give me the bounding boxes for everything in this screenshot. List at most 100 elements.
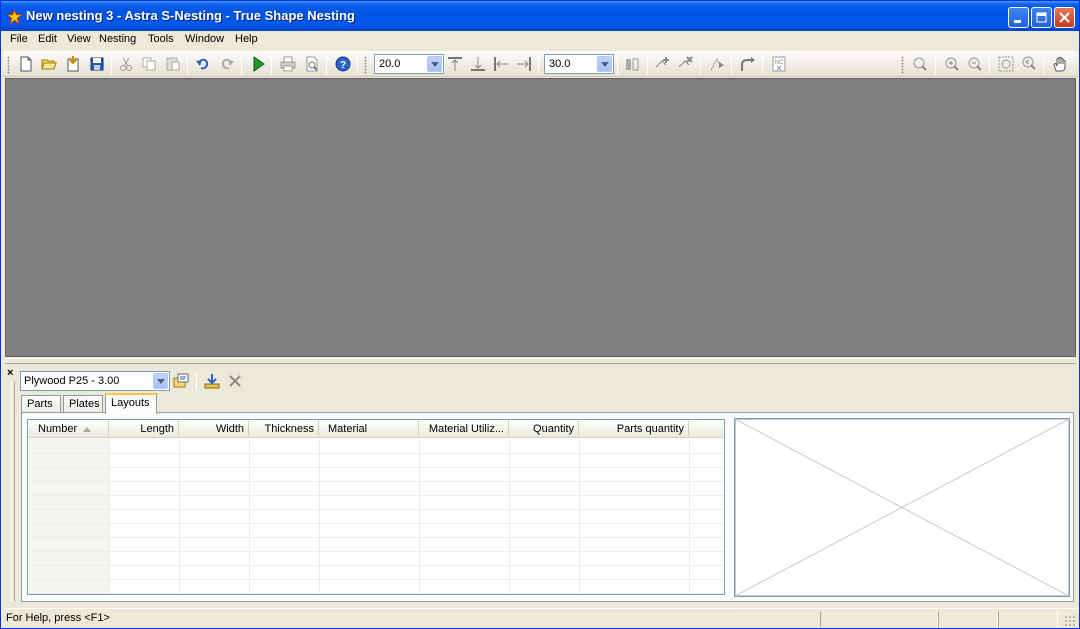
- toolbar-separator: [326, 56, 327, 74]
- align-right-button[interactable]: [515, 55, 533, 73]
- status-pane: [938, 611, 998, 627]
- toolbar-grip[interactable]: [364, 56, 367, 74]
- nesting-workspace[interactable]: [5, 78, 1076, 357]
- layout-preview: [734, 418, 1070, 597]
- toolbar-separator: [271, 56, 272, 74]
- zoom-extents-icon: [998, 56, 1014, 72]
- redo-button[interactable]: [218, 55, 236, 73]
- cut-button[interactable]: [117, 55, 135, 73]
- column-header-material[interactable]: Material: [319, 420, 419, 438]
- tab-parts[interactable]: Parts: [21, 395, 61, 413]
- scissors-icon: [120, 57, 132, 71]
- undo-button[interactable]: [194, 55, 212, 73]
- column-header-number[interactable]: Number: [28, 420, 109, 438]
- play-icon: [253, 56, 265, 72]
- close-icon: [1059, 12, 1070, 23]
- chevron-down-icon[interactable]: [427, 56, 442, 72]
- align-left-button[interactable]: [492, 55, 510, 73]
- menu-help[interactable]: Help: [235, 33, 258, 45]
- svg-text:NC: NC: [775, 60, 784, 66]
- zoom-window-button[interactable]: [911, 55, 929, 73]
- zoom-previous-button[interactable]: [1020, 55, 1038, 73]
- material-properties-icon: [173, 373, 189, 388]
- toolbar-separator: [731, 56, 732, 74]
- toolbar-separator: [357, 56, 358, 74]
- resize-grip[interactable]: [1064, 615, 1075, 626]
- zoom-extents-button[interactable]: [997, 55, 1015, 73]
- gap-select[interactable]: 20.0: [374, 54, 444, 74]
- material-select[interactable]: Plywood P25 - 3.00: [20, 371, 170, 391]
- paste-button[interactable]: [164, 55, 182, 73]
- material-select-value: Plywood P25 - 3.00: [24, 375, 120, 387]
- save-button[interactable]: [88, 55, 106, 73]
- chevron-down-icon[interactable]: [597, 56, 612, 72]
- table-column-divider: [109, 439, 110, 594]
- tab-layouts[interactable]: Layouts: [105, 393, 157, 414]
- menu-tools[interactable]: Tools: [148, 33, 174, 45]
- zoom-in-button[interactable]: [943, 55, 961, 73]
- panel-close-button[interactable]: ×: [7, 367, 13, 379]
- align-bottom-button[interactable]: [469, 55, 487, 73]
- menu-view[interactable]: View: [67, 33, 91, 45]
- menu-nesting[interactable]: Nesting: [99, 33, 136, 45]
- material-properties-button[interactable]: [172, 372, 190, 390]
- zoom-out-button[interactable]: [966, 55, 984, 73]
- column-header-quantity[interactable]: Quantity: [509, 420, 579, 438]
- print-preview-button[interactable]: [303, 55, 321, 73]
- import-layouts-button[interactable]: [203, 372, 221, 390]
- toolbar-grip[interactable]: [901, 56, 904, 74]
- zoom-previous-icon: [1022, 56, 1036, 70]
- table-row-divider: [28, 579, 724, 580]
- move-part-button[interactable]: [708, 55, 726, 73]
- title-bar[interactable]: New nesting 3 - Astra S-Nesting - True S…: [1, 1, 1079, 31]
- menu-file[interactable]: File: [10, 33, 28, 45]
- align-top-button[interactable]: [446, 55, 464, 73]
- tab-plates[interactable]: Plates: [63, 395, 103, 413]
- table-row-divider: [28, 467, 724, 468]
- column-header-parts-quantity[interactable]: Parts quantity: [579, 420, 689, 438]
- open-button[interactable]: [40, 55, 58, 73]
- export-button[interactable]: [739, 55, 757, 73]
- align-bottom-icon: [471, 57, 485, 71]
- print-button[interactable]: [279, 55, 297, 73]
- remove-part-button[interactable]: [677, 55, 695, 73]
- pan-button[interactable]: [1051, 55, 1069, 73]
- column-header-thickness[interactable]: Thickness: [249, 420, 319, 438]
- panel-grip[interactable]: [11, 381, 15, 601]
- app-logo-icon: [7, 10, 22, 25]
- undo-icon: [196, 58, 209, 70]
- minimize-button[interactable]: [1008, 7, 1029, 28]
- close-button[interactable]: [1054, 7, 1075, 28]
- chevron-down-icon[interactable]: [153, 373, 168, 389]
- mirror-button[interactable]: [623, 55, 641, 73]
- layouts-table[interactable]: Number Length Width Thickness Material M…: [27, 419, 725, 595]
- maximize-button[interactable]: [1031, 7, 1052, 28]
- zoom-in-icon: [945, 57, 959, 71]
- toolbar-grip[interactable]: [7, 56, 10, 74]
- run-nesting-button[interactable]: [249, 55, 267, 73]
- nc-code-button[interactable]: NC: [770, 55, 788, 73]
- import-button[interactable]: [64, 55, 82, 73]
- align-left-icon: [494, 57, 508, 71]
- column-header-width[interactable]: Width: [179, 420, 249, 438]
- offset-select[interactable]: 30.0: [544, 54, 614, 74]
- add-part-button[interactable]: [654, 55, 672, 73]
- copy-button[interactable]: [140, 55, 158, 73]
- help-button[interactable]: ?: [334, 55, 352, 73]
- new-button[interactable]: [17, 55, 35, 73]
- panel-splitter[interactable]: [5, 358, 1076, 364]
- menu-window[interactable]: Window: [185, 33, 224, 45]
- column-header-material-utilization[interactable]: Material Utiliz...: [419, 420, 509, 438]
- minimize-icon: [1014, 20, 1021, 23]
- status-bar: For Help, press <F1>: [3, 608, 1078, 628]
- menu-edit[interactable]: Edit: [38, 33, 57, 45]
- gap-select-value: 20.0: [379, 58, 401, 70]
- export-arrow-icon: [741, 57, 755, 71]
- remove-part-icon: [678, 56, 693, 68]
- delete-layout-button[interactable]: [226, 372, 244, 390]
- svg-text:?: ?: [340, 60, 346, 71]
- main-toolbar: ? 20.0 30.0 NC: [3, 51, 1078, 77]
- column-header-length[interactable]: Length: [109, 420, 179, 438]
- toolbar-separator: [935, 56, 936, 74]
- move-arrow-icon: [710, 57, 724, 71]
